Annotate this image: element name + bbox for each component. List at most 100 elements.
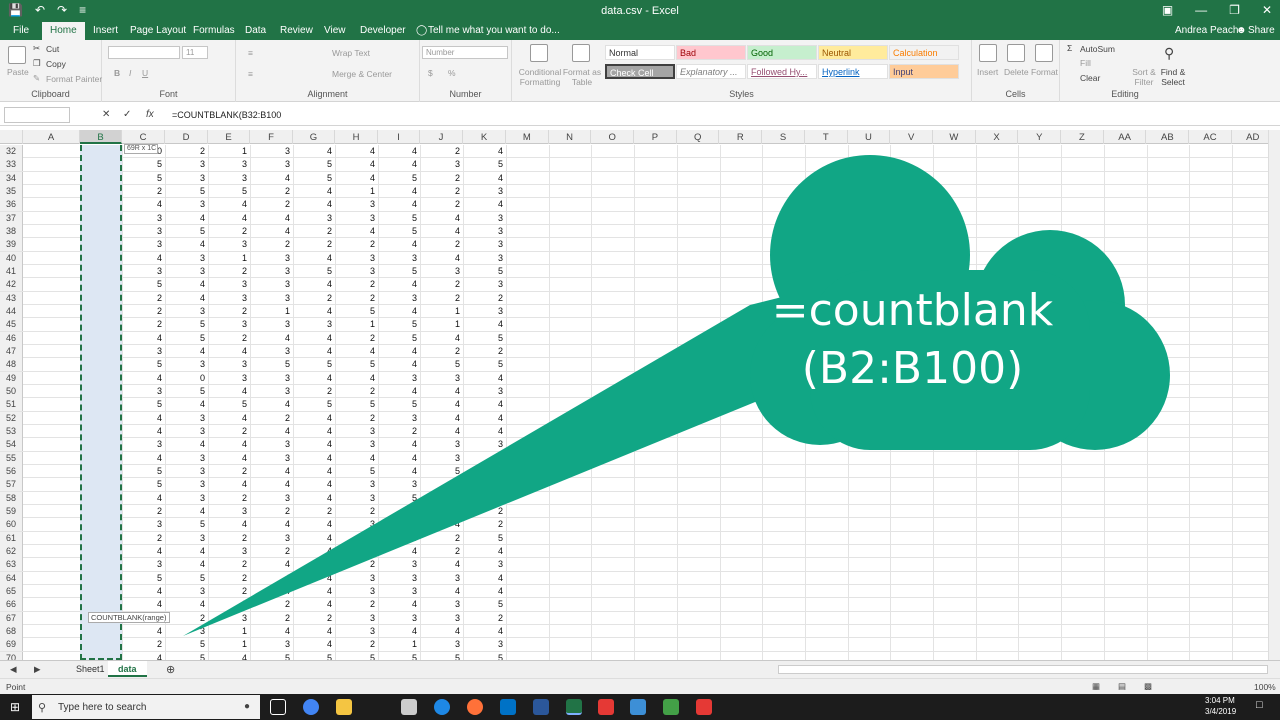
cell-g[interactable]: 4 (293, 545, 335, 558)
cell-g[interactable]: 4 (293, 185, 335, 198)
column-header-c[interactable]: C (122, 130, 165, 144)
cell-h[interactable]: 5 (335, 358, 378, 371)
firefox-icon[interactable] (467, 699, 483, 715)
cell-i[interactable]: 5 (378, 332, 420, 345)
cell-d[interactable]: 5 (165, 652, 208, 660)
row-header[interactable]: 32 (0, 145, 23, 158)
cell-d[interactable]: 5 (165, 572, 208, 585)
cell-h[interactable]: 2 (335, 638, 378, 651)
cell-g[interactable]: 4 (293, 598, 335, 611)
cell-d[interactable]: 4 (165, 398, 208, 411)
cell-j[interactable]: 2 (420, 172, 463, 185)
cell-h[interactable]: 1 (335, 185, 378, 198)
cell-k[interactable]: 4 (463, 585, 506, 598)
task-view-icon[interactable] (270, 699, 286, 715)
cell-h[interactable]: 2 (335, 505, 378, 518)
paste-button[interactable]: Paste (7, 67, 29, 77)
cell-i[interactable]: 4 (378, 278, 420, 291)
cell-i[interactable]: 3 (378, 532, 420, 545)
cell-i[interactable]: 4 (378, 345, 420, 358)
cell-j[interactable]: 3 (420, 598, 463, 611)
cell-f[interactable]: 2 (250, 598, 293, 611)
cell-c[interactable]: 4 (122, 412, 165, 425)
row-header[interactable]: 67 (0, 611, 23, 625)
cell-k[interactable]: 3 (463, 465, 506, 478)
cell-k[interactable]: 3 (463, 185, 506, 198)
cell-e[interactable]: 2 (208, 532, 250, 545)
cell-g[interactable]: 4 (293, 305, 335, 318)
cell-h[interactable]: 3 (335, 252, 378, 265)
cell-c[interactable]: 4 (122, 252, 165, 265)
cell-k[interactable]: 3 (463, 385, 506, 398)
column-header-v[interactable]: V (890, 130, 933, 144)
cell-j[interactable]: 2 (420, 545, 463, 558)
cell-h[interactable]: 2 (335, 412, 378, 425)
cell-d[interactable]: 3 (165, 532, 208, 545)
row-header[interactable]: 40 (0, 251, 23, 265)
cell-f[interactable]: 5 (250, 358, 293, 371)
cell-g[interactable]: 2 (293, 225, 335, 238)
cell-d[interactable]: 4 (165, 505, 208, 518)
cell-k[interactable]: 3 (463, 252, 506, 265)
cell-e[interactable]: 3 (208, 292, 250, 305)
cell-d[interactable]: 2 (165, 612, 208, 625)
row-header[interactable]: 41 (0, 264, 23, 278)
cell-d[interactable]: 2 (165, 145, 208, 158)
cell-c[interactable]: 4 (122, 545, 165, 558)
column-header-h[interactable]: H (335, 130, 378, 144)
cell-e[interactable]: 5 (208, 398, 250, 411)
tab-view[interactable]: View (324, 25, 346, 36)
currency-button[interactable]: $ (428, 68, 433, 78)
word-icon[interactable] (533, 699, 549, 715)
cell-h[interactable]: 3 (335, 438, 378, 451)
style-followed-hyperlink[interactable]: Followed Hy... (747, 64, 817, 79)
cell-e[interactable]: 3 (208, 358, 250, 371)
cell-h[interactable]: 3 (335, 612, 378, 625)
cell-d[interactable]: 5 (165, 332, 208, 345)
cell-e[interactable]: 3 (208, 598, 250, 611)
style-hyperlink[interactable]: Hyperlink (818, 64, 888, 79)
cell-k[interactable]: 3 (463, 278, 506, 291)
column-header-d[interactable]: D (165, 130, 208, 144)
tell-me-box[interactable]: Tell me what you want to do... (428, 25, 560, 36)
column-header-f[interactable]: F (250, 130, 293, 144)
cell-d[interactable]: 3 (165, 492, 208, 505)
cell-d[interactable]: 3 (165, 198, 208, 211)
cell-i[interactable]: 4 (378, 238, 420, 251)
cell-h[interactable]: 2 (335, 278, 378, 291)
cell-d[interactable]: 3 (165, 625, 208, 638)
cell-e[interactable]: 2 (208, 305, 250, 318)
conditional-formatting-button[interactable]: Conditional Formatting (518, 67, 562, 87)
row-header[interactable]: 50 (0, 384, 23, 398)
cell-i[interactable]: 3 (378, 558, 420, 571)
cell-e[interactable]: 1 (208, 638, 250, 651)
cell-c[interactable]: 2 (122, 505, 165, 518)
cell-e[interactable]: 1 (208, 145, 250, 158)
sheet-tab-data[interactable]: data (108, 661, 147, 677)
cell-g[interactable]: 4 (293, 145, 335, 158)
cell-j[interactable]: 2 (420, 278, 463, 291)
column-header-t[interactable]: T (805, 130, 848, 144)
cell-g[interactable]: 4 (293, 638, 335, 651)
cell-k[interactable]: 3 (463, 238, 506, 251)
cell-c[interactable]: 5 (122, 478, 165, 491)
cell-c[interactable]: 5 (122, 278, 165, 291)
copy-button[interactable]: Copy (46, 59, 66, 69)
cell-e[interactable]: 2 (208, 425, 250, 438)
column-header-k[interactable]: K (463, 130, 506, 144)
row-header[interactable]: 54 (0, 438, 23, 452)
cell-h[interactable]: 1 (335, 318, 378, 331)
column-header-j[interactable]: J (420, 130, 463, 144)
cell-h[interactable]: 5 (335, 652, 378, 660)
row-header[interactable]: 38 (0, 224, 23, 238)
cell-j[interactable]: 2 (420, 292, 463, 305)
cell-h[interactable]: 4 (335, 145, 378, 158)
cell-k[interactable]: 3 (463, 305, 506, 318)
cell-d[interactable]: 4 (165, 278, 208, 291)
taskbar-search[interactable]: Type here to search (32, 695, 260, 719)
cell-c[interactable]: 4 (122, 652, 165, 660)
cell-g[interactable]: 2 (293, 505, 335, 518)
cell-i[interactable]: 4 (378, 158, 420, 171)
style-good[interactable]: Good (747, 45, 817, 60)
cell-d[interactable]: 0 (165, 372, 208, 385)
